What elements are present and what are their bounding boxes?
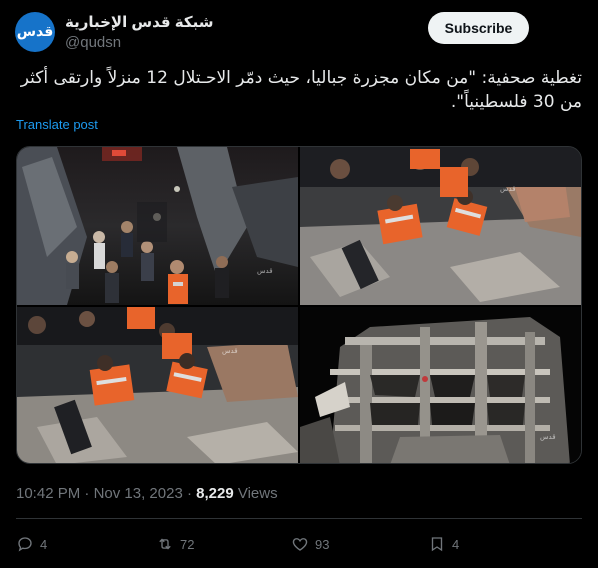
rescuers-digging-photo[interactable]: قدس <box>300 147 581 305</box>
like-count: 93 <box>315 536 330 552</box>
meta-separator: · <box>186 485 197 502</box>
meta-separator: · <box>80 485 94 502</box>
subscribe-button[interactable]: Subscribe <box>428 12 529 44</box>
views-count: 8,229 <box>196 485 234 502</box>
action-bar: 4 72 93 4 <box>16 530 582 558</box>
post: قدس شبكة قدس الإخبارية @qudsn Subscribe … <box>0 0 598 568</box>
reply-count: 4 <box>40 536 48 552</box>
author-handle[interactable]: @qudsn <box>65 34 121 51</box>
bookmark-button[interactable]: 4 <box>428 530 459 558</box>
media-grid: قدس قدس قدس قدس <box>16 146 582 464</box>
photo-watermark: قدس <box>500 185 516 193</box>
post-date[interactable]: Nov 13, 2023 <box>94 485 183 502</box>
divider <box>16 518 582 519</box>
post-metadata: 10:42 PM · Nov 13, 2023 · 8,229 Views <box>16 485 278 502</box>
like-button[interactable]: 93 <box>291 530 329 558</box>
avatar[interactable]: قدس <box>15 12 55 52</box>
bookmark-icon <box>428 535 446 553</box>
photo-watermark: قدس <box>222 347 238 355</box>
translate-post-link[interactable]: Translate post <box>16 117 98 132</box>
views-label: Views <box>233 485 278 502</box>
photo-watermark: قدس <box>257 267 273 275</box>
crowd-rescue-photo[interactable]: قدس <box>17 147 298 305</box>
reply-icon <box>16 535 34 553</box>
heart-icon <box>291 535 309 553</box>
post-time[interactable]: 10:42 PM <box>16 485 80 502</box>
avatar-logo-text: قدس <box>16 24 54 40</box>
rescuers-rubble-photo[interactable]: قدس <box>17 307 298 463</box>
author-name[interactable]: شبكة قدس الإخبارية <box>65 13 213 31</box>
photo-watermark: قدس <box>540 433 556 441</box>
destroyed-building-photo[interactable]: قدس <box>300 307 581 463</box>
post-text: تغطية صحفية: "من مكان مجزرة جباليا، حيث … <box>20 68 582 112</box>
repost-button[interactable]: 72 <box>156 530 194 558</box>
reply-button[interactable]: 4 <box>16 530 47 558</box>
bookmark-count: 4 <box>452 536 460 552</box>
repost-icon <box>156 535 174 553</box>
repost-count: 72 <box>180 536 195 552</box>
